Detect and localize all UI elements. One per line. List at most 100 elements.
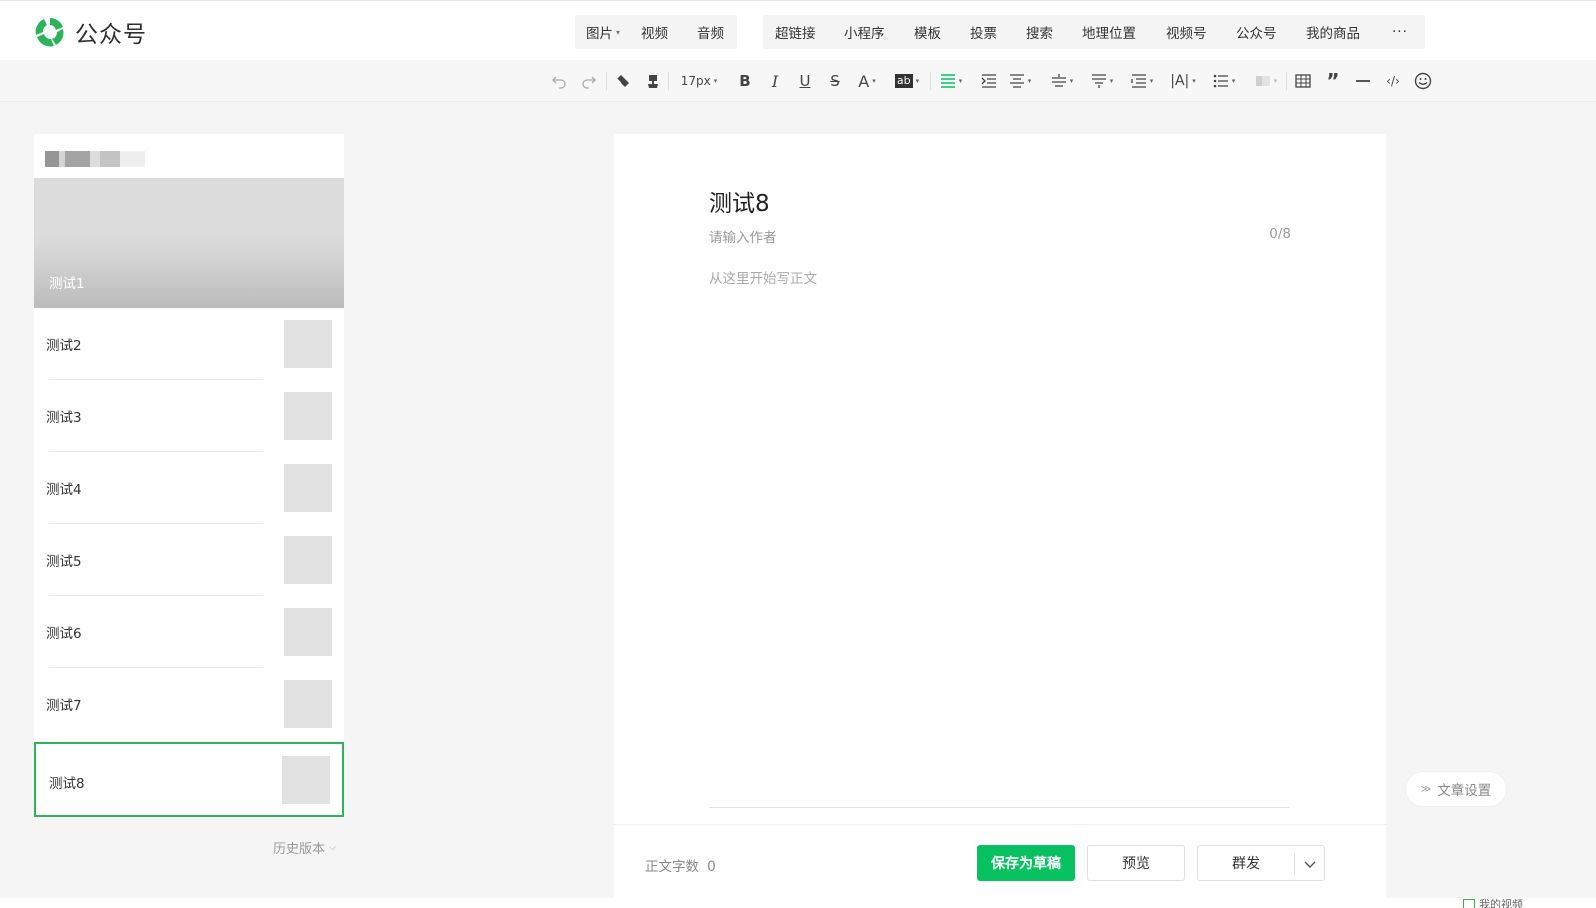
- cover-article[interactable]: 测试1: [34, 178, 344, 308]
- word-count-label: 正文字数: [645, 859, 699, 875]
- caret-down-icon: ▾: [1273, 77, 1278, 85]
- account-header: [34, 134, 344, 178]
- toolbar-divider: [668, 72, 669, 90]
- caret-down-icon: ▾: [713, 77, 718, 85]
- chevron-down-icon[interactable]: [1302, 856, 1318, 872]
- article-title: 测试2: [46, 338, 82, 354]
- bottom-strip: [0, 898, 1596, 908]
- insert-search[interactable]: 搜索: [1026, 22, 1082, 42]
- paragraph-spacing-icon[interactable]: ▾: [1004, 68, 1036, 94]
- caret-down-icon: ▾: [1027, 77, 1032, 85]
- bold-icon[interactable]: B: [734, 68, 756, 94]
- article-list: 测试1 测试2 测试3 测试4 测试5 测试6 测试7 测试8: [34, 134, 344, 818]
- article-thumbnail: [282, 756, 330, 804]
- insert-my-products[interactable]: 我的商品: [1306, 22, 1392, 42]
- article-settings-label: 文章设置: [1437, 783, 1492, 799]
- more-options-icon[interactable]: ···: [1392, 24, 1422, 40]
- caret-down-icon: ▾: [1109, 77, 1114, 85]
- article-item[interactable]: 测试4: [34, 452, 344, 524]
- article-title: 测试7: [46, 698, 82, 714]
- article-item[interactable]: 测试5: [34, 524, 344, 596]
- format-toolbar: 17px ▾ B I U S A ▾ ab ▾ ▾ ▾ ▾ ▾ ▾ |A| ▾ …: [0, 60, 1596, 102]
- insert-miniprogram[interactable]: 小程序: [844, 22, 914, 42]
- article-title: 测试3: [46, 410, 82, 426]
- body-editor[interactable]: 从这里开始写正文: [709, 267, 817, 287]
- article-item[interactable]: 测试3: [34, 380, 344, 452]
- insert-video[interactable]: 视频: [641, 22, 697, 42]
- spacing-after-icon[interactable]: ▾: [1086, 68, 1118, 94]
- line-height-icon[interactable]: ▾: [1046, 68, 1078, 94]
- caret-down-icon: ▾: [958, 77, 963, 85]
- redo-icon[interactable]: [578, 68, 600, 94]
- insert-template[interactable]: 模板: [914, 22, 970, 42]
- background-color-icon[interactable]: ab ▾: [890, 68, 924, 94]
- app-root: 公众号 图片 ▾ 视频 音频 超链接 小程序 模板 投票 搜索 地理位置 视频号 …: [0, 0, 1596, 908]
- article-thumbnail: [284, 392, 332, 440]
- quote-icon[interactable]: ”: [1322, 68, 1344, 94]
- editor-footer: 正文字数 0 保存为草稿 预览 群发: [614, 824, 1386, 898]
- word-count-value: 0: [707, 859, 716, 875]
- article-item-active[interactable]: 测试8: [34, 742, 344, 817]
- indent-both-icon[interactable]: ▾: [1126, 68, 1158, 94]
- undo-icon[interactable]: [548, 68, 570, 94]
- divider: [1294, 854, 1295, 874]
- caret-down-icon: ▾: [616, 27, 621, 37]
- insert-audio[interactable]: 音频: [697, 22, 737, 42]
- publish-button[interactable]: 群发: [1197, 845, 1325, 881]
- insert-channels[interactable]: 视频号: [1166, 22, 1236, 42]
- font-color-icon[interactable]: A ▾: [852, 68, 882, 94]
- insert-location[interactable]: 地理位置: [1082, 22, 1166, 42]
- my-videos-label: 我的视频: [1479, 898, 1523, 908]
- insert-link[interactable]: 超链接: [775, 22, 844, 42]
- caret-down-icon: ▾: [1231, 77, 1236, 85]
- article-thumbnail: [284, 320, 332, 368]
- italic-icon[interactable]: I: [764, 68, 786, 94]
- preview-button[interactable]: 预览: [1087, 845, 1185, 881]
- article-title-input[interactable]: 测试8: [709, 184, 770, 218]
- letter-spacing-icon[interactable]: |A| ▾: [1166, 68, 1200, 94]
- font-color-label: A: [858, 71, 870, 91]
- insert-official-account[interactable]: 公众号: [1236, 22, 1306, 42]
- article-thumbnail: [284, 680, 332, 728]
- author-char-count: 0/8: [1269, 226, 1291, 242]
- article-thumbnail: [284, 608, 332, 656]
- underline-icon[interactable]: U: [794, 68, 816, 94]
- article-item[interactable]: 测试2: [34, 308, 344, 380]
- insert-image-label: 图片: [586, 26, 613, 42]
- border-style-icon[interactable]: ▾: [1250, 68, 1282, 94]
- emoji-icon[interactable]: [1412, 68, 1434, 94]
- app-name: 公众号: [75, 22, 147, 48]
- publish-label: 群发: [1232, 856, 1260, 872]
- wechat-mp-logo-icon: [35, 18, 64, 47]
- horizontal-rule-icon[interactable]: [1352, 68, 1374, 94]
- letter-spacing-label: |A|: [1170, 73, 1190, 89]
- save-draft-button[interactable]: 保存为草稿: [977, 845, 1075, 881]
- font-size-select[interactable]: 17px ▾: [674, 68, 724, 94]
- article-item[interactable]: 测试7: [34, 668, 344, 740]
- eraser-icon[interactable]: [612, 68, 634, 94]
- history-versions-button[interactable]: 历史版本 ⌵: [273, 838, 336, 857]
- insert-more-group: 超链接 小程序 模板 投票 搜索 地理位置 视频号 公众号 我的商品 ···: [763, 15, 1425, 49]
- caret-down-icon: ▾: [915, 77, 920, 85]
- blurred-account-avatar: [45, 151, 145, 167]
- author-input[interactable]: 请输入作者: [709, 226, 777, 246]
- indent-icon[interactable]: [978, 68, 1000, 94]
- top-header: 公众号 图片 ▾ 视频 音频 超链接 小程序 模板 投票 搜索 地理位置 视频号 …: [0, 0, 1596, 60]
- logo[interactable]: 公众号: [33, 15, 147, 49]
- article-title: 测试4: [46, 482, 82, 498]
- strikethrough-icon[interactable]: S: [824, 68, 846, 94]
- cover-article-title: 测试1: [49, 276, 85, 292]
- article-title: 测试8: [49, 776, 85, 792]
- toolbar-divider: [1286, 72, 1287, 90]
- article-settings-button[interactable]: ≫ 文章设置: [1406, 772, 1506, 806]
- insert-vote[interactable]: 投票: [970, 22, 1026, 42]
- article-item[interactable]: 测试6: [34, 596, 344, 668]
- align-justify-icon[interactable]: ▾: [936, 68, 966, 94]
- insert-image-menu[interactable]: 图片 ▾: [586, 22, 641, 42]
- format-painter-icon[interactable]: [642, 68, 664, 94]
- toolbar-divider: [606, 72, 607, 90]
- code-icon[interactable]: ‹/›: [1382, 68, 1404, 94]
- table-icon[interactable]: [1292, 68, 1314, 94]
- list-icon[interactable]: ▾: [1208, 68, 1240, 94]
- my-videos-link[interactable]: 我的视频: [1463, 896, 1523, 908]
